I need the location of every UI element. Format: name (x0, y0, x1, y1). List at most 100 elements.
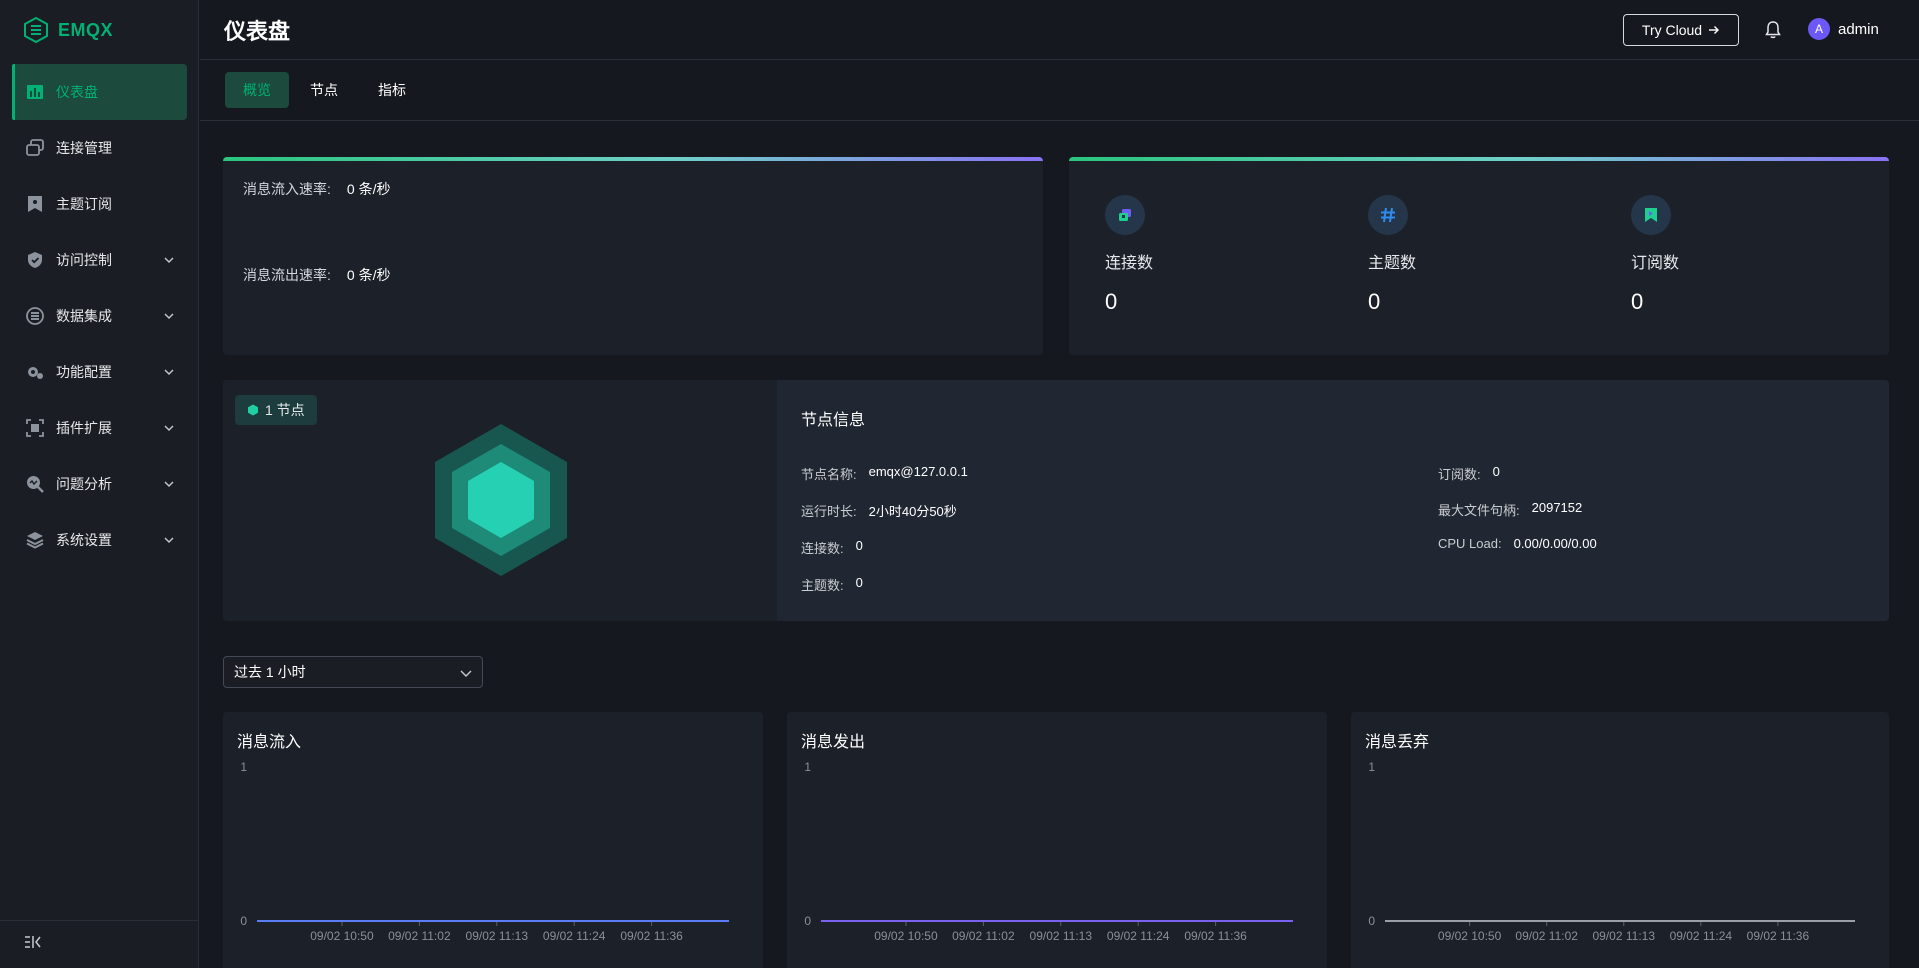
sidebar-item-plugins[interactable]: 插件扩展 (12, 400, 187, 456)
tab-bar: 概览 节点 指标 (200, 60, 1919, 121)
try-cloud-button[interactable]: Try Cloud (1623, 14, 1739, 46)
chevron-down-icon[interactable] (159, 481, 179, 487)
node-count-badge: 1 节点 (235, 395, 317, 425)
x-tick-label: 09/02 11:02 (1515, 929, 1578, 943)
stat-value: 0 (1368, 289, 1381, 314)
incoming-rate: 消息流入速率: 0 条/秒 (243, 179, 390, 199)
sidebar-item-system[interactable]: 系统设置 (12, 512, 187, 568)
x-tick-label: 09/02 11:24 (1670, 929, 1733, 943)
user-name: admin (1838, 20, 1879, 38)
flag-icon (1631, 195, 1671, 235)
tab-metrics[interactable]: 指标 (360, 72, 424, 108)
sidebar-item-subscriptions[interactable]: 主题订阅 (12, 176, 187, 232)
chart-messages-out[interactable]: 0 1 09/02 10:50 09/02 11:02 09/02 11:13 09/02… (787, 712, 1327, 968)
chevron-down-icon[interactable] (159, 313, 179, 319)
sidebar-item-label: 系统设置 (56, 532, 112, 548)
stats-card: 连接数 0 主题数 0 订阅数 0 (1069, 157, 1889, 355)
time-range-select[interactable]: 过去 1 小时 (223, 656, 483, 688)
chart-messages-dropped[interactable]: 0 1 09/02 10:50 09/02 11:02 09/02 11:13 09/02… (1351, 712, 1889, 968)
stat-topics: 主题数 0 (1368, 195, 1416, 315)
x-tick-label: 09/02 10:50 (1438, 929, 1502, 943)
field-value: emqx@127.0.0.1 (868, 464, 968, 479)
system-icon (24, 529, 46, 551)
connection-icon (1105, 195, 1145, 235)
node-hexagon-icon (248, 404, 258, 416)
node-name-field: 节点名称: emqx@127.0.0.1 (801, 464, 968, 483)
x-tick-label: 09/02 11:24 (1107, 929, 1170, 943)
chevron-down-icon[interactable] (159, 425, 179, 431)
sidebar-item-data-integration[interactable]: 数据集成 (12, 288, 187, 344)
node-info-title: 节点信息 (801, 412, 866, 429)
tab-overview[interactable]: 概览 (225, 72, 289, 108)
chevron-down-icon[interactable] (159, 537, 179, 543)
logo[interactable]: EMQX (22, 15, 113, 45)
chevron-down-icon[interactable] (159, 369, 179, 375)
incoming-rate-label: 消息流入速率: (243, 181, 331, 197)
top-header: 仪表盘 Try Cloud A admin (200, 0, 1919, 60)
emqx-logo-icon (24, 16, 48, 44)
node-info-panel: 节点信息 节点名称: emqx@127.0.0.1 运行时长: 2小时40分50… (777, 380, 1889, 621)
sidebar-item-access-control[interactable]: 访问控制 (12, 232, 187, 288)
sidebar-item-feature-config[interactable]: 功能配置 (12, 344, 187, 400)
hash-icon (1368, 195, 1408, 235)
sidebar-item-connections[interactable]: 连接管理 (12, 120, 187, 176)
avatar: A (1808, 18, 1830, 40)
sidebar-item-diagnose[interactable]: 问题分析 (12, 456, 187, 512)
node-card: 1 节点 节点信息 节点名称: emqx@127.0.0.1 运行时长: 2小时… (223, 380, 1889, 621)
stat-connections: 连接数 0 (1105, 195, 1153, 315)
logo-text: EMQX (58, 19, 114, 40)
chart-card-messages-dropped: 消息丢弃 0 1 09/02 10:50 09/02 11:02 09/02 11:13… (1351, 712, 1889, 968)
chevron-down-icon[interactable] (159, 257, 179, 263)
user-menu[interactable]: A admin (1808, 18, 1879, 40)
node-max-fds-field: 最大文件句柄: 2097152 (1438, 500, 1582, 519)
stat-value: 0 (1631, 289, 1644, 314)
node-hexagon-illustration[interactable] (433, 422, 569, 578)
stat-value: 0 (1105, 289, 1118, 314)
sidebar-item-label: 访问控制 (56, 252, 112, 268)
tab-nodes[interactable]: 节点 (292, 72, 356, 108)
sidebar-item-dashboard[interactable]: 仪表盘 (12, 64, 187, 120)
sidebar-nav: 仪表盘 连接管理 主题订阅 访问控制 数据集成 功能配置 插件扩展 问题分析 系… (12, 64, 187, 568)
x-tick-label: 09/02 11:36 (620, 929, 683, 943)
sidebar-item-label: 连接管理 (56, 140, 112, 156)
chart-messages-in[interactable]: 0 1 09/02 10:50 09/02 11:02 09/02 11:13 09/02… (223, 712, 763, 968)
x-tick-label: 09/02 11:24 (543, 929, 606, 943)
x-tick-label: 09/02 10:50 (874, 929, 938, 943)
access-control-icon (24, 249, 46, 271)
stat-label: 主题数 (1368, 255, 1417, 272)
chart-card-messages-out: 消息发出 0 1 09/02 10:50 09/02 11:02 09/02 11:13… (787, 712, 1327, 968)
collapse-sidebar-icon[interactable] (24, 935, 42, 954)
subscriptions-icon (24, 193, 46, 215)
diagnose-icon (24, 473, 46, 495)
stat-subscriptions: 订阅数 0 (1631, 195, 1679, 315)
outgoing-rate: 消息流出速率: 0 条/秒 (243, 265, 390, 285)
field-label: CPU Load: (1438, 536, 1502, 551)
outgoing-rate-label: 消息流出速率: (243, 267, 331, 283)
incoming-rate-value: 0 条/秒 (346, 181, 391, 197)
field-value: 0 (855, 575, 863, 590)
sidebar-footer (0, 920, 199, 968)
card-gradient-bar (1069, 157, 1889, 161)
chart-card-messages-in: 消息流入 0 1 09/02 10:50 09/02 11:02 09/02 11:13… (223, 712, 763, 968)
y-tick-label: 1 (804, 760, 811, 774)
y-tick-label: 1 (1368, 760, 1375, 774)
bell-icon[interactable] (1762, 19, 1784, 41)
field-value: 0 (855, 538, 863, 553)
field-label: 连接数: (801, 541, 844, 556)
sidebar-item-label: 功能配置 (56, 364, 112, 380)
chevron-down-icon (460, 664, 472, 680)
field-value: 0.00/0.00/0.00 (1513, 536, 1597, 551)
plugins-icon (24, 417, 46, 439)
outgoing-rate-value: 0 条/秒 (346, 267, 391, 283)
field-value: 2小时40分50秒 (868, 504, 957, 519)
connections-icon (24, 137, 46, 159)
x-tick-label: 09/02 11:02 (388, 929, 451, 943)
sidebar-item-label: 插件扩展 (56, 420, 112, 436)
stat-label: 订阅数 (1631, 255, 1680, 272)
page-title: 仪表盘 (224, 19, 291, 44)
x-tick-label: 09/02 11:13 (466, 929, 529, 943)
dashboard-icon (24, 81, 46, 103)
stat-label: 连接数 (1105, 255, 1154, 272)
y-tick-label: 0 (240, 914, 247, 928)
node-uptime-field: 运行时长: 2小时40分50秒 (801, 501, 957, 520)
